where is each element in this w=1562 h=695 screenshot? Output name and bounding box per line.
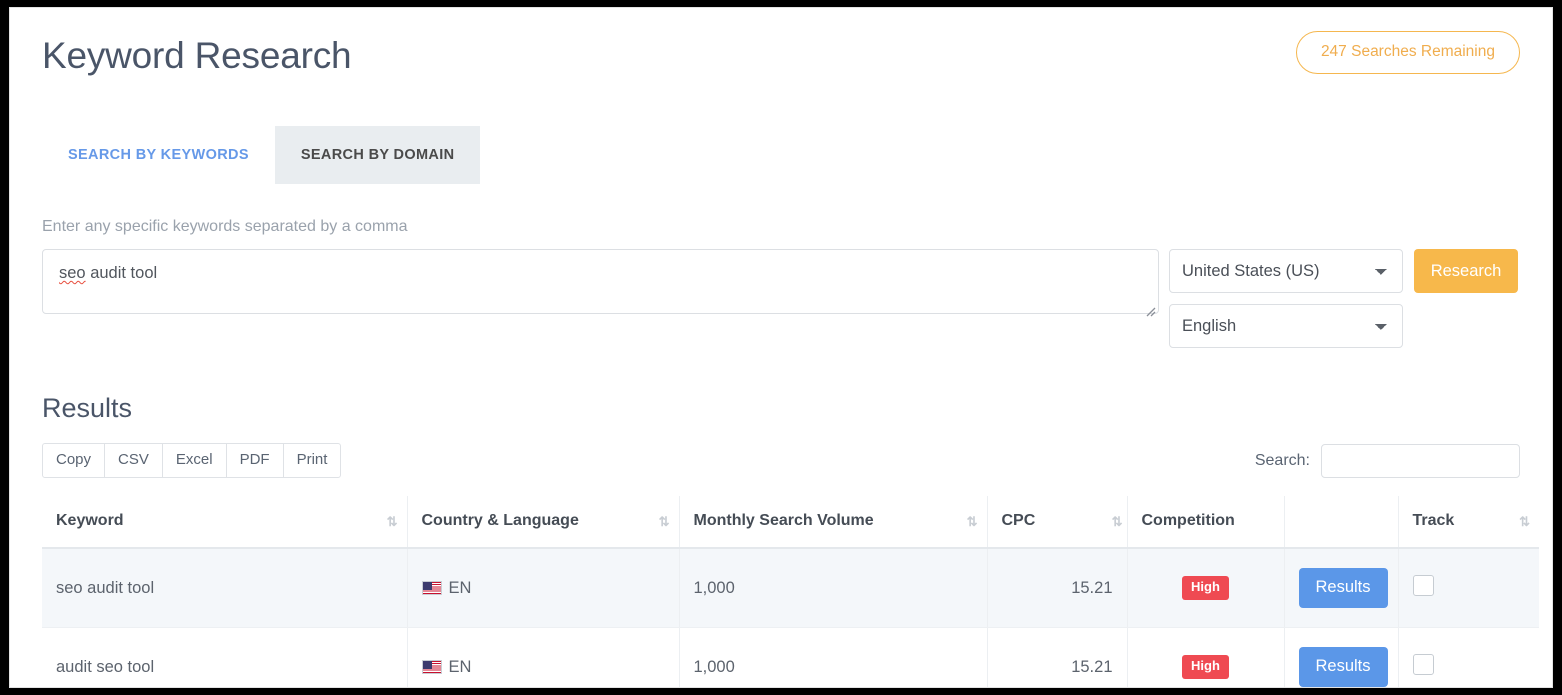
column-header-monthly-search-volume[interactable]: Monthly Search Volume ⇅: [679, 496, 987, 548]
column-header-keyword[interactable]: Keyword ⇅: [42, 496, 407, 548]
research-button[interactable]: Research: [1414, 249, 1518, 293]
table-row: audit seo tool EN 1,000 15.21 High: [42, 628, 1539, 688]
cell-keyword: seo audit tool: [42, 548, 407, 628]
table-header-row: Keyword ⇅ Country & Language ⇅ Monthly S…: [42, 496, 1539, 548]
tab-search-by-domain[interactable]: SEARCH BY DOMAIN: [275, 126, 481, 184]
sort-icon[interactable]: ⇅: [1519, 514, 1528, 530]
locale-selects: United States (US) English: [1169, 249, 1403, 348]
cell-track: [1398, 628, 1539, 688]
cell-monthly-search-volume: 1,000: [679, 548, 987, 628]
cell-cpc: 15.21: [987, 628, 1127, 688]
keyword-search-form: Enter any specific keywords separated by…: [10, 218, 1552, 348]
country-select[interactable]: United States (US): [1169, 249, 1403, 293]
row-results-button[interactable]: Results: [1299, 647, 1388, 687]
sort-icon[interactable]: ⇅: [659, 514, 668, 530]
search-mode-tabs: SEARCH BY KEYWORDS SEARCH BY DOMAIN: [10, 126, 1552, 184]
column-label: CPC: [1002, 512, 1036, 529]
keyword-textarea-wrapper: seo audit tool: [42, 249, 1159, 319]
cell-competition: High: [1127, 628, 1284, 688]
sort-icon[interactable]: ⇅: [1112, 514, 1121, 530]
track-checkbox[interactable]: [1413, 575, 1434, 596]
results-title: Results: [42, 393, 1520, 424]
table-row: seo audit tool EN 1,000 15.21 High: [42, 548, 1539, 628]
export-pdf-button[interactable]: PDF: [226, 443, 284, 478]
cell-competition: High: [1127, 548, 1284, 628]
table-search-label: Search:: [1255, 452, 1310, 470]
table-body: seo audit tool EN 1,000 15.21 High: [42, 548, 1539, 687]
table-search-group: Search:: [1255, 444, 1520, 478]
sort-icon[interactable]: ⇅: [967, 514, 976, 530]
cell-country-language: EN: [407, 548, 679, 628]
column-label: Country & Language: [422, 512, 579, 529]
table-toolbar: Copy CSV Excel PDF Print Search:: [42, 443, 1520, 478]
cell-monthly-search-volume: 1,000: [679, 628, 987, 688]
language-code: EN: [449, 658, 472, 677]
column-label: Monthly Search Volume: [694, 512, 874, 529]
column-header-actions: [1284, 496, 1398, 548]
export-csv-button[interactable]: CSV: [104, 443, 163, 478]
browser-viewport: Keyword Research 247 Searches Remaining …: [0, 0, 1562, 695]
us-flag-icon: [422, 660, 442, 674]
language-select[interactable]: English: [1169, 304, 1403, 348]
export-copy-button[interactable]: Copy: [42, 443, 105, 478]
track-checkbox[interactable]: [1413, 654, 1434, 675]
column-header-track[interactable]: Track ⇅: [1398, 496, 1539, 548]
column-header-cpc[interactable]: CPC ⇅: [987, 496, 1127, 548]
table-search-input[interactable]: [1321, 444, 1520, 478]
column-header-competition[interactable]: Competition: [1127, 496, 1284, 548]
language-code: EN: [449, 579, 472, 598]
competition-badge: High: [1182, 576, 1229, 599]
page-header: Keyword Research 247 Searches Remaining: [10, 8, 1552, 104]
cell-actions: Results: [1284, 628, 1398, 688]
column-label: Competition: [1142, 512, 1235, 529]
competition-badge: High: [1182, 655, 1229, 678]
table-header: Keyword ⇅ Country & Language ⇅ Monthly S…: [42, 496, 1539, 548]
keyword-input[interactable]: [42, 249, 1159, 314]
export-buttons-group: Copy CSV Excel PDF Print: [42, 443, 341, 478]
us-flag-icon: [422, 581, 442, 595]
row-results-button[interactable]: Results: [1299, 568, 1388, 608]
form-row: seo audit tool United States (US) Englis…: [42, 249, 1520, 348]
export-excel-button[interactable]: Excel: [162, 443, 227, 478]
keyword-results-table: Keyword ⇅ Country & Language ⇅ Monthly S…: [42, 496, 1539, 687]
searches-remaining-badge: 247 Searches Remaining: [1296, 31, 1520, 74]
sort-icon[interactable]: ⇅: [387, 514, 396, 530]
cell-country-language: EN: [407, 628, 679, 688]
keyword-input-hint: Enter any specific keywords separated by…: [42, 218, 1520, 236]
column-label: Track: [1413, 512, 1455, 529]
cell-track: [1398, 548, 1539, 628]
column-header-country-language[interactable]: Country & Language ⇅: [407, 496, 679, 548]
cell-cpc: 15.21: [987, 548, 1127, 628]
cell-actions: Results: [1284, 548, 1398, 628]
export-print-button[interactable]: Print: [283, 443, 342, 478]
tab-search-by-keywords[interactable]: SEARCH BY KEYWORDS: [42, 126, 275, 184]
cell-keyword: audit seo tool: [42, 628, 407, 688]
results-section: Results Copy CSV Excel PDF Print Search:: [10, 393, 1552, 687]
column-label: Keyword: [56, 512, 124, 529]
page-card: Keyword Research 247 Searches Remaining …: [10, 8, 1552, 687]
